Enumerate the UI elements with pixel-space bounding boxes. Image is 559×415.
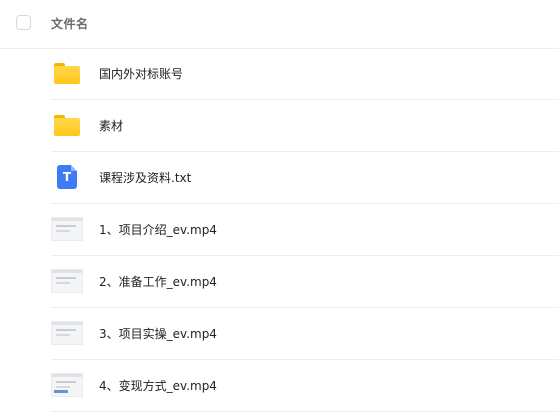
list-header: 文件名 <box>0 0 559 49</box>
select-all-checkbox[interactable] <box>16 15 31 30</box>
file-row[interactable]: T 课程涉及资料.txt <box>51 152 559 204</box>
file-row[interactable]: 4、变现方式_ev.mp4 <box>51 360 559 412</box>
file-name[interactable]: 1、项目介绍_ev.mp4 <box>99 221 217 238</box>
file-name[interactable]: 素材 <box>99 117 123 134</box>
folder-icon <box>51 109 83 141</box>
txt-file-icon: T <box>51 161 83 193</box>
file-list: 国内外对标账号 素材 T 课程涉及资料.txt 1、项目介绍_ev.mp4 2、… <box>0 48 559 412</box>
file-name[interactable]: 2、准备工作_ev.mp4 <box>99 273 217 290</box>
file-row[interactable]: 2、准备工作_ev.mp4 <box>51 256 559 308</box>
file-name[interactable]: 3、项目实操_ev.mp4 <box>99 325 217 342</box>
file-list-page: 文件名 国内外对标账号 素材 T 课程涉及资料.txt 1、项目介绍_ev.mp… <box>0 0 559 415</box>
file-row[interactable]: 素材 <box>51 100 559 152</box>
file-name[interactable]: 课程涉及资料.txt <box>99 169 191 186</box>
video-thumbnail <box>51 213 83 245</box>
file-row[interactable]: 3、项目实操_ev.mp4 <box>51 308 559 360</box>
file-row[interactable]: 国内外对标账号 <box>51 48 559 100</box>
video-thumbnail <box>51 369 83 401</box>
video-thumbnail <box>51 317 83 349</box>
file-name[interactable]: 4、变现方式_ev.mp4 <box>99 377 217 394</box>
txt-icon-letter: T <box>62 170 72 184</box>
column-header-filename[interactable]: 文件名 <box>51 15 89 32</box>
folder-icon <box>51 57 83 89</box>
file-row[interactable]: 1、项目介绍_ev.mp4 <box>51 204 559 256</box>
video-thumbnail <box>51 265 83 297</box>
file-name[interactable]: 国内外对标账号 <box>99 65 183 82</box>
